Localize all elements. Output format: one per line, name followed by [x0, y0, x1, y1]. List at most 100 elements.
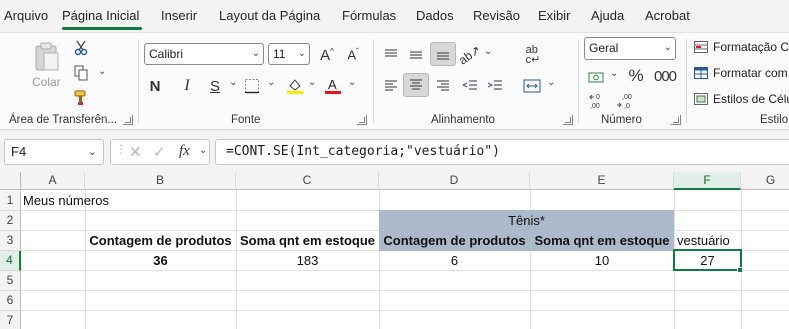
orientation-icon[interactable]: ab↗ [456, 43, 483, 68]
copy-icon[interactable] [72, 64, 90, 82]
underline-dropdown-icon[interactable]: ⌄ [229, 77, 237, 88]
enter-icon[interactable]: ✓ [153, 143, 166, 161]
accounting-format-icon[interactable] [586, 65, 608, 89]
font-size-select[interactable]: 11 ⌄ [268, 43, 310, 65]
cell-d3[interactable]: Contagem de produtos [379, 231, 530, 251]
font-color-icon[interactable]: A [322, 74, 344, 98]
name-box[interactable]: F4 ⌄ [4, 139, 104, 165]
number-format-select[interactable]: Geral ⌄ [584, 37, 676, 60]
alignment-launcher-icon[interactable] [563, 115, 573, 125]
italic-icon[interactable]: I [176, 74, 198, 98]
grid-line [21, 310, 789, 311]
formula-buttons: ⋮ ✕ ✓ fx ⌄ [110, 139, 210, 165]
column-header-e[interactable]: E [530, 172, 674, 190]
insert-function-icon[interactable]: fx [179, 143, 190, 160]
column-header-c[interactable]: C [236, 172, 379, 190]
align-center-icon[interactable] [403, 73, 429, 97]
font-color-dropdown-icon[interactable]: ⌄ [348, 77, 356, 88]
font-name-select[interactable]: Calibri ⌄ [144, 43, 264, 65]
borders-dropdown-icon[interactable]: ⌄ [267, 77, 275, 88]
column-header-d[interactable]: D [379, 172, 530, 190]
cell-styles-icon [694, 93, 708, 105]
align-bottom-icon[interactable] [430, 42, 456, 66]
wrap-text-icon[interactable]: ab c↵ [522, 43, 544, 67]
merge-center-icon[interactable] [521, 74, 543, 98]
row-header-6[interactable]: 6 [0, 291, 21, 311]
borders-icon[interactable] [241, 74, 263, 98]
cell-b3[interactable]: Contagem de produtos [85, 231, 236, 251]
fill-handle[interactable] [737, 267, 743, 273]
tab-acrobat[interactable]: Acrobat [645, 8, 690, 23]
function-dropdown-icon[interactable]: ⌄ [199, 145, 207, 156]
cell-c4[interactable]: 183 [236, 251, 379, 271]
bold-button[interactable]: N [144, 74, 166, 98]
row-header-2[interactable]: 2 [0, 211, 21, 231]
tab-layout-da-pagina[interactable]: Layout da Página [219, 8, 320, 23]
cell-d4[interactable]: 6 [379, 251, 530, 271]
column-header-g[interactable]: G [741, 172, 789, 190]
cancel-icon[interactable]: ✕ [129, 143, 142, 161]
percent-button[interactable]: % [625, 64, 647, 88]
tab-pagina-inicial[interactable]: Página Inicial [62, 8, 139, 23]
decrease-decimal-icon[interactable]: ,00,0 [614, 89, 638, 113]
underline-icon[interactable]: S [204, 74, 226, 98]
chevron-down-icon: ⌄ [663, 42, 672, 53]
align-right-icon[interactable] [432, 74, 454, 98]
cell-f3[interactable]: vestuário [677, 231, 730, 251]
format-as-table-button[interactable]: Formatar com [694, 66, 788, 80]
tab-exibir[interactable]: Exibir [538, 8, 571, 23]
cell-e3[interactable]: Soma qnt em estoque [530, 231, 674, 251]
align-left-icon[interactable] [380, 74, 402, 98]
cell-d2[interactable]: Tênis* [379, 211, 674, 231]
formula-input[interactable]: =CONT.SE(Int_categoria;"vestuário") [215, 139, 789, 165]
row-header-4[interactable]: 4 [0, 251, 21, 271]
decrease-indent-icon[interactable] [459, 74, 481, 98]
select-all-corner[interactable] [0, 172, 21, 190]
format-as-table-label: Formatar com [713, 66, 788, 80]
tab-inserir[interactable]: Inserir [161, 8, 197, 23]
decrease-font-icon[interactable]: Aˇ [342, 43, 364, 67]
row-header-3[interactable]: 3 [0, 231, 21, 251]
cell-c3[interactable]: Soma qnt em estoque [236, 231, 379, 251]
menu-bar: Arquivo Página Inicial Inserir Layout da… [0, 0, 789, 32]
row-header-5[interactable]: 5 [0, 271, 21, 291]
increase-indent-icon[interactable] [484, 74, 506, 98]
cell-b4[interactable]: 36 [85, 251, 236, 271]
more-options-icon[interactable]: ⋮ [115, 142, 127, 156]
increase-decimal-icon[interactable]: 0,00 [586, 89, 610, 113]
increase-font-icon[interactable]: A^ [316, 43, 338, 67]
tab-dados[interactable]: Dados [416, 8, 454, 23]
active-cell-border [673, 249, 742, 271]
cut-icon[interactable] [72, 39, 90, 57]
thousands-separator-icon[interactable]: 000 [652, 64, 678, 88]
column-header-b[interactable]: B [85, 172, 236, 190]
align-middle-icon[interactable] [405, 43, 427, 67]
font-launcher-icon[interactable] [357, 115, 367, 125]
paste-icon[interactable] [30, 41, 64, 73]
spreadsheet-grid: A B C D E F G 1 2 3 4 5 6 7 Meus números… [0, 172, 789, 329]
accounting-dropdown-icon[interactable]: ⌄ [610, 68, 618, 79]
tab-arquivo[interactable]: Arquivo [4, 8, 48, 23]
align-top-icon[interactable] [380, 43, 402, 67]
row-header-7[interactable]: 7 [0, 311, 21, 329]
row-header-1[interactable]: 1 [0, 191, 21, 211]
tab-ajuda[interactable]: Ajuda [591, 8, 624, 23]
column-header-f[interactable]: F [674, 172, 741, 190]
font-group-label: Fonte [231, 114, 261, 126]
conditional-formatting-button[interactable]: Formatação C [694, 40, 789, 54]
column-header-a[interactable]: A [21, 172, 85, 190]
cell-styles-button[interactable]: Estilos de Célu [694, 92, 789, 106]
merge-dropdown-icon[interactable]: ⌄ [547, 77, 555, 88]
fill-dropdown-icon[interactable]: ⌄ [308, 77, 316, 88]
conditional-formatting-label: Formatação C [713, 40, 789, 54]
cell-a1[interactable]: Meus números [23, 191, 109, 211]
number-launcher-icon[interactable] [671, 115, 681, 125]
format-painter-icon[interactable] [72, 89, 90, 107]
clipboard-launcher-icon[interactable] [123, 115, 133, 125]
fill-color-icon[interactable] [284, 74, 306, 98]
tab-formulas[interactable]: Fórmulas [342, 8, 396, 23]
tab-revisao[interactable]: Revisão [473, 8, 520, 23]
orientation-dropdown-icon[interactable]: ⌄ [484, 46, 492, 57]
copy-dropdown-icon[interactable]: ⌄ [98, 66, 106, 77]
cell-e4[interactable]: 10 [530, 251, 674, 271]
